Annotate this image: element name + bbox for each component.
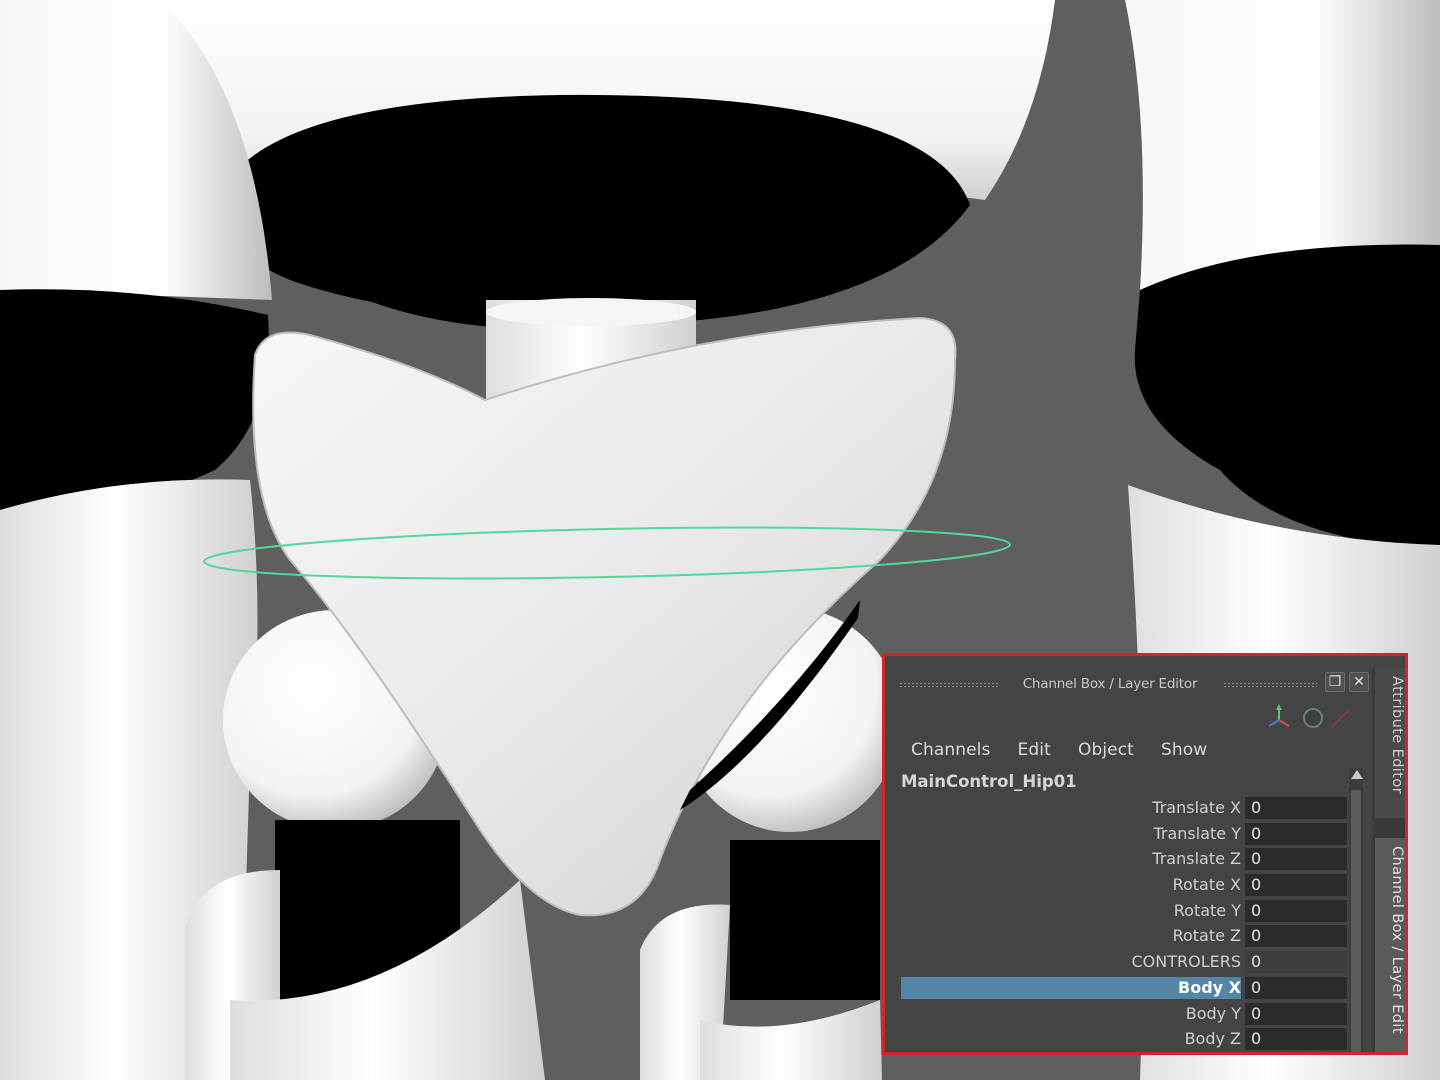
channel-label[interactable]: CONTROLERS xyxy=(1131,952,1241,971)
close-icon[interactable]: ✕ xyxy=(1349,672,1369,692)
panel-title: Channel Box / Layer Editor xyxy=(1022,676,1198,692)
channel-row-body-y[interactable]: Body Y 0 xyxy=(899,1002,1347,1028)
channel-box-panel: Channel Box / Layer Editor ❐ ✕ Channels … xyxy=(882,653,1408,1055)
channel-row-translate-y[interactable]: Translate Y 0 xyxy=(899,822,1347,848)
channel-row-body-z[interactable]: Body Z 0 xyxy=(899,1027,1347,1052)
scroll-thumb[interactable] xyxy=(1351,790,1361,1052)
channel-scrollbar[interactable] xyxy=(1349,768,1363,1052)
selected-node-name[interactable]: MainControl_Hip01 xyxy=(901,772,1077,791)
menu-edit[interactable]: Edit xyxy=(1018,740,1051,760)
channel-label[interactable]: Body Y xyxy=(1186,1004,1241,1023)
channel-value-field[interactable]: 0 xyxy=(1245,899,1347,922)
channel-value-field[interactable]: 0 xyxy=(1245,951,1347,974)
tab-channel-box-layer-editor[interactable]: Channel Box / Layer Edit xyxy=(1375,838,1405,1052)
channel-list: Translate X 0 Translate Y 0 Translate Z … xyxy=(899,796,1347,1052)
channel-label[interactable]: Translate Z xyxy=(1152,849,1241,868)
channel-row-rotate-x[interactable]: Rotate X 0 xyxy=(899,873,1347,899)
channel-row-body-x[interactable]: Body X 0 xyxy=(899,976,1347,1002)
channel-label[interactable]: Rotate X xyxy=(1173,875,1241,894)
channel-value-field[interactable]: 0 xyxy=(1245,822,1347,845)
hyper-slider-icon[interactable] xyxy=(1330,709,1350,729)
channel-value-field[interactable]: 0 xyxy=(1245,1028,1347,1051)
drag-grip-left[interactable] xyxy=(899,682,999,688)
channel-box-menubar: Channels Edit Object Show xyxy=(911,740,1229,762)
channel-label[interactable]: Translate X xyxy=(1152,798,1241,817)
channel-label[interactable]: Body X xyxy=(1178,978,1241,997)
speed-display-icon[interactable] xyxy=(1303,708,1323,728)
menu-show[interactable]: Show xyxy=(1161,740,1207,760)
channel-value-field[interactable]: 0 xyxy=(1245,1002,1347,1025)
menu-object[interactable]: Object xyxy=(1078,740,1134,760)
float-window-icon[interactable]: ❐ xyxy=(1325,672,1345,692)
side-tab-strip: Attribute Editor Channel Box / Layer Edi… xyxy=(1372,668,1405,1052)
channel-label[interactable]: Translate Y xyxy=(1153,824,1241,843)
scroll-up-arrow-icon[interactable] xyxy=(1351,770,1363,779)
menu-channels[interactable]: Channels xyxy=(911,740,990,760)
manipulator-axes-icon[interactable] xyxy=(1268,704,1290,727)
drag-grip-right[interactable] xyxy=(1223,682,1317,688)
channel-row-controlers[interactable]: CONTROLERS 0 xyxy=(899,950,1347,976)
torso-opening xyxy=(215,94,970,322)
channel-value-field[interactable]: 0 xyxy=(1245,925,1347,948)
channel-value-field[interactable]: 0 xyxy=(1245,874,1347,897)
channel-row-rotate-y[interactable]: Rotate Y 0 xyxy=(899,899,1347,925)
channel-value-field[interactable]: 0 xyxy=(1245,976,1347,999)
channel-box-tool-icons xyxy=(1265,702,1365,732)
channel-row-translate-x[interactable]: Translate X 0 xyxy=(899,796,1347,822)
channel-row-rotate-z[interactable]: Rotate Z 0 xyxy=(899,924,1347,950)
channel-value-field[interactable]: 0 xyxy=(1245,797,1347,819)
tab-attribute-editor[interactable]: Attribute Editor xyxy=(1375,668,1405,818)
channel-label[interactable]: Rotate Z xyxy=(1173,926,1241,945)
channel-value-field[interactable]: 0 xyxy=(1245,848,1347,871)
channel-label[interactable]: Body Z xyxy=(1185,1029,1241,1048)
channel-label[interactable]: Rotate Y xyxy=(1174,901,1241,920)
channel-row-translate-z[interactable]: Translate Z 0 xyxy=(899,847,1347,873)
